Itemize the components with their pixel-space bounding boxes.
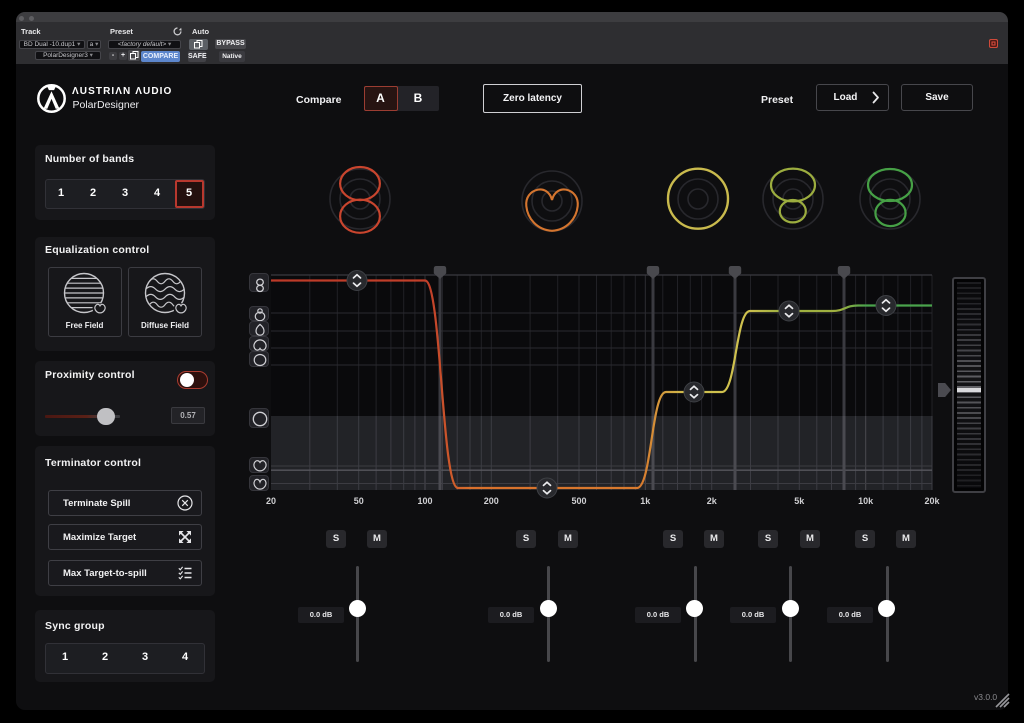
svg-text:10k: 10k — [858, 496, 874, 506]
svg-text:2k: 2k — [707, 496, 718, 506]
svg-text:200: 200 — [484, 496, 499, 506]
svg-text:20: 20 — [266, 496, 276, 506]
svg-text:100: 100 — [417, 496, 432, 506]
svg-text:1k: 1k — [640, 496, 651, 506]
svg-text:5k: 5k — [794, 496, 805, 506]
svg-text:50: 50 — [354, 496, 364, 506]
svg-text:20k: 20k — [924, 496, 940, 506]
svg-text:500: 500 — [571, 496, 586, 506]
